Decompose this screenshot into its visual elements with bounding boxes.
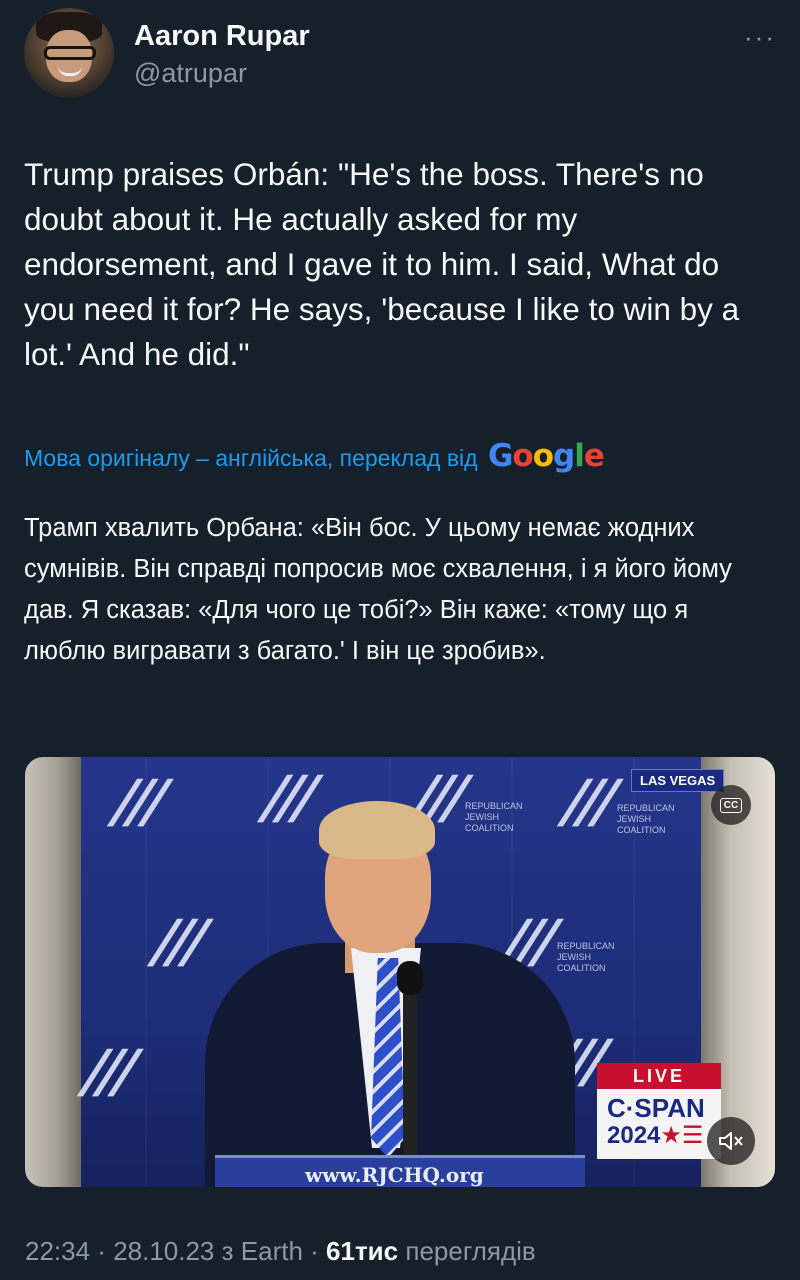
cspan-year-text: 2024 xyxy=(607,1122,661,1149)
avatar-glasses xyxy=(44,46,96,60)
speaker-muted-icon xyxy=(719,1132,743,1150)
backdrop-logo-text: REPUBLICAN JEWISH COALITION xyxy=(617,803,675,835)
author-handle[interactable]: @atrupar xyxy=(134,58,247,89)
mute-button[interactable] xyxy=(707,1117,755,1165)
cspan-logo-year: 2024★☰ xyxy=(607,1121,703,1150)
author-name[interactable]: Aaron Rupar xyxy=(134,20,310,53)
speaker-hair xyxy=(319,801,435,859)
video-player[interactable]: /// /// /// REPUBLICAN JEWISH COALITION … xyxy=(25,757,775,1187)
tweet-text: Trump praises Orbán: "He's the boss. The… xyxy=(24,156,740,372)
translated-text: Трамп хвалить Орбана: «Він бос. У цьому … xyxy=(24,514,732,665)
more-options-icon[interactable]: ··· xyxy=(744,22,776,53)
live-badge: LIVE xyxy=(597,1063,721,1089)
closed-captions-button[interactable]: CC xyxy=(711,785,751,825)
views-count[interactable]: 61тис xyxy=(326,1236,398,1266)
microphone-icon xyxy=(397,961,423,995)
tweet-source: з Earth xyxy=(214,1236,303,1266)
views-label: переглядів xyxy=(398,1236,536,1266)
cspan-star-icon: ★☰ xyxy=(660,1122,704,1149)
avatar[interactable] xyxy=(24,8,114,98)
location-badge: LAS VEGAS xyxy=(631,769,725,792)
google-logo: Google xyxy=(487,438,605,474)
translation-notice[interactable]: Мова оригіналу – англійська, переклад ві… xyxy=(24,438,776,474)
tweet-meta: 22:34 · 28.10.23 з Earth · 61тис перегля… xyxy=(25,1236,536,1267)
tweet-header: Aaron Rupar @atrupar ··· xyxy=(24,8,776,100)
podium-text: www.RJCHQ.org xyxy=(305,1163,484,1187)
cspan-logo-name: C·SPAN xyxy=(607,1093,705,1123)
curtain-left xyxy=(25,757,81,1187)
cspan-bug: LIVE C·SPAN 2024★☰ xyxy=(597,1063,721,1159)
microphone-stand xyxy=(403,969,417,1159)
meta-separator: · xyxy=(90,1236,114,1266)
tweet-time[interactable]: 22:34 xyxy=(25,1236,90,1266)
speaker xyxy=(175,793,605,1187)
translation-notice-text[interactable]: Мова оригіналу – англійська, переклад ві… xyxy=(24,445,478,471)
closed-captions-icon: CC xyxy=(719,797,743,813)
tweet-date[interactable]: 28.10.23 xyxy=(113,1236,214,1266)
meta-separator: · xyxy=(302,1236,327,1266)
